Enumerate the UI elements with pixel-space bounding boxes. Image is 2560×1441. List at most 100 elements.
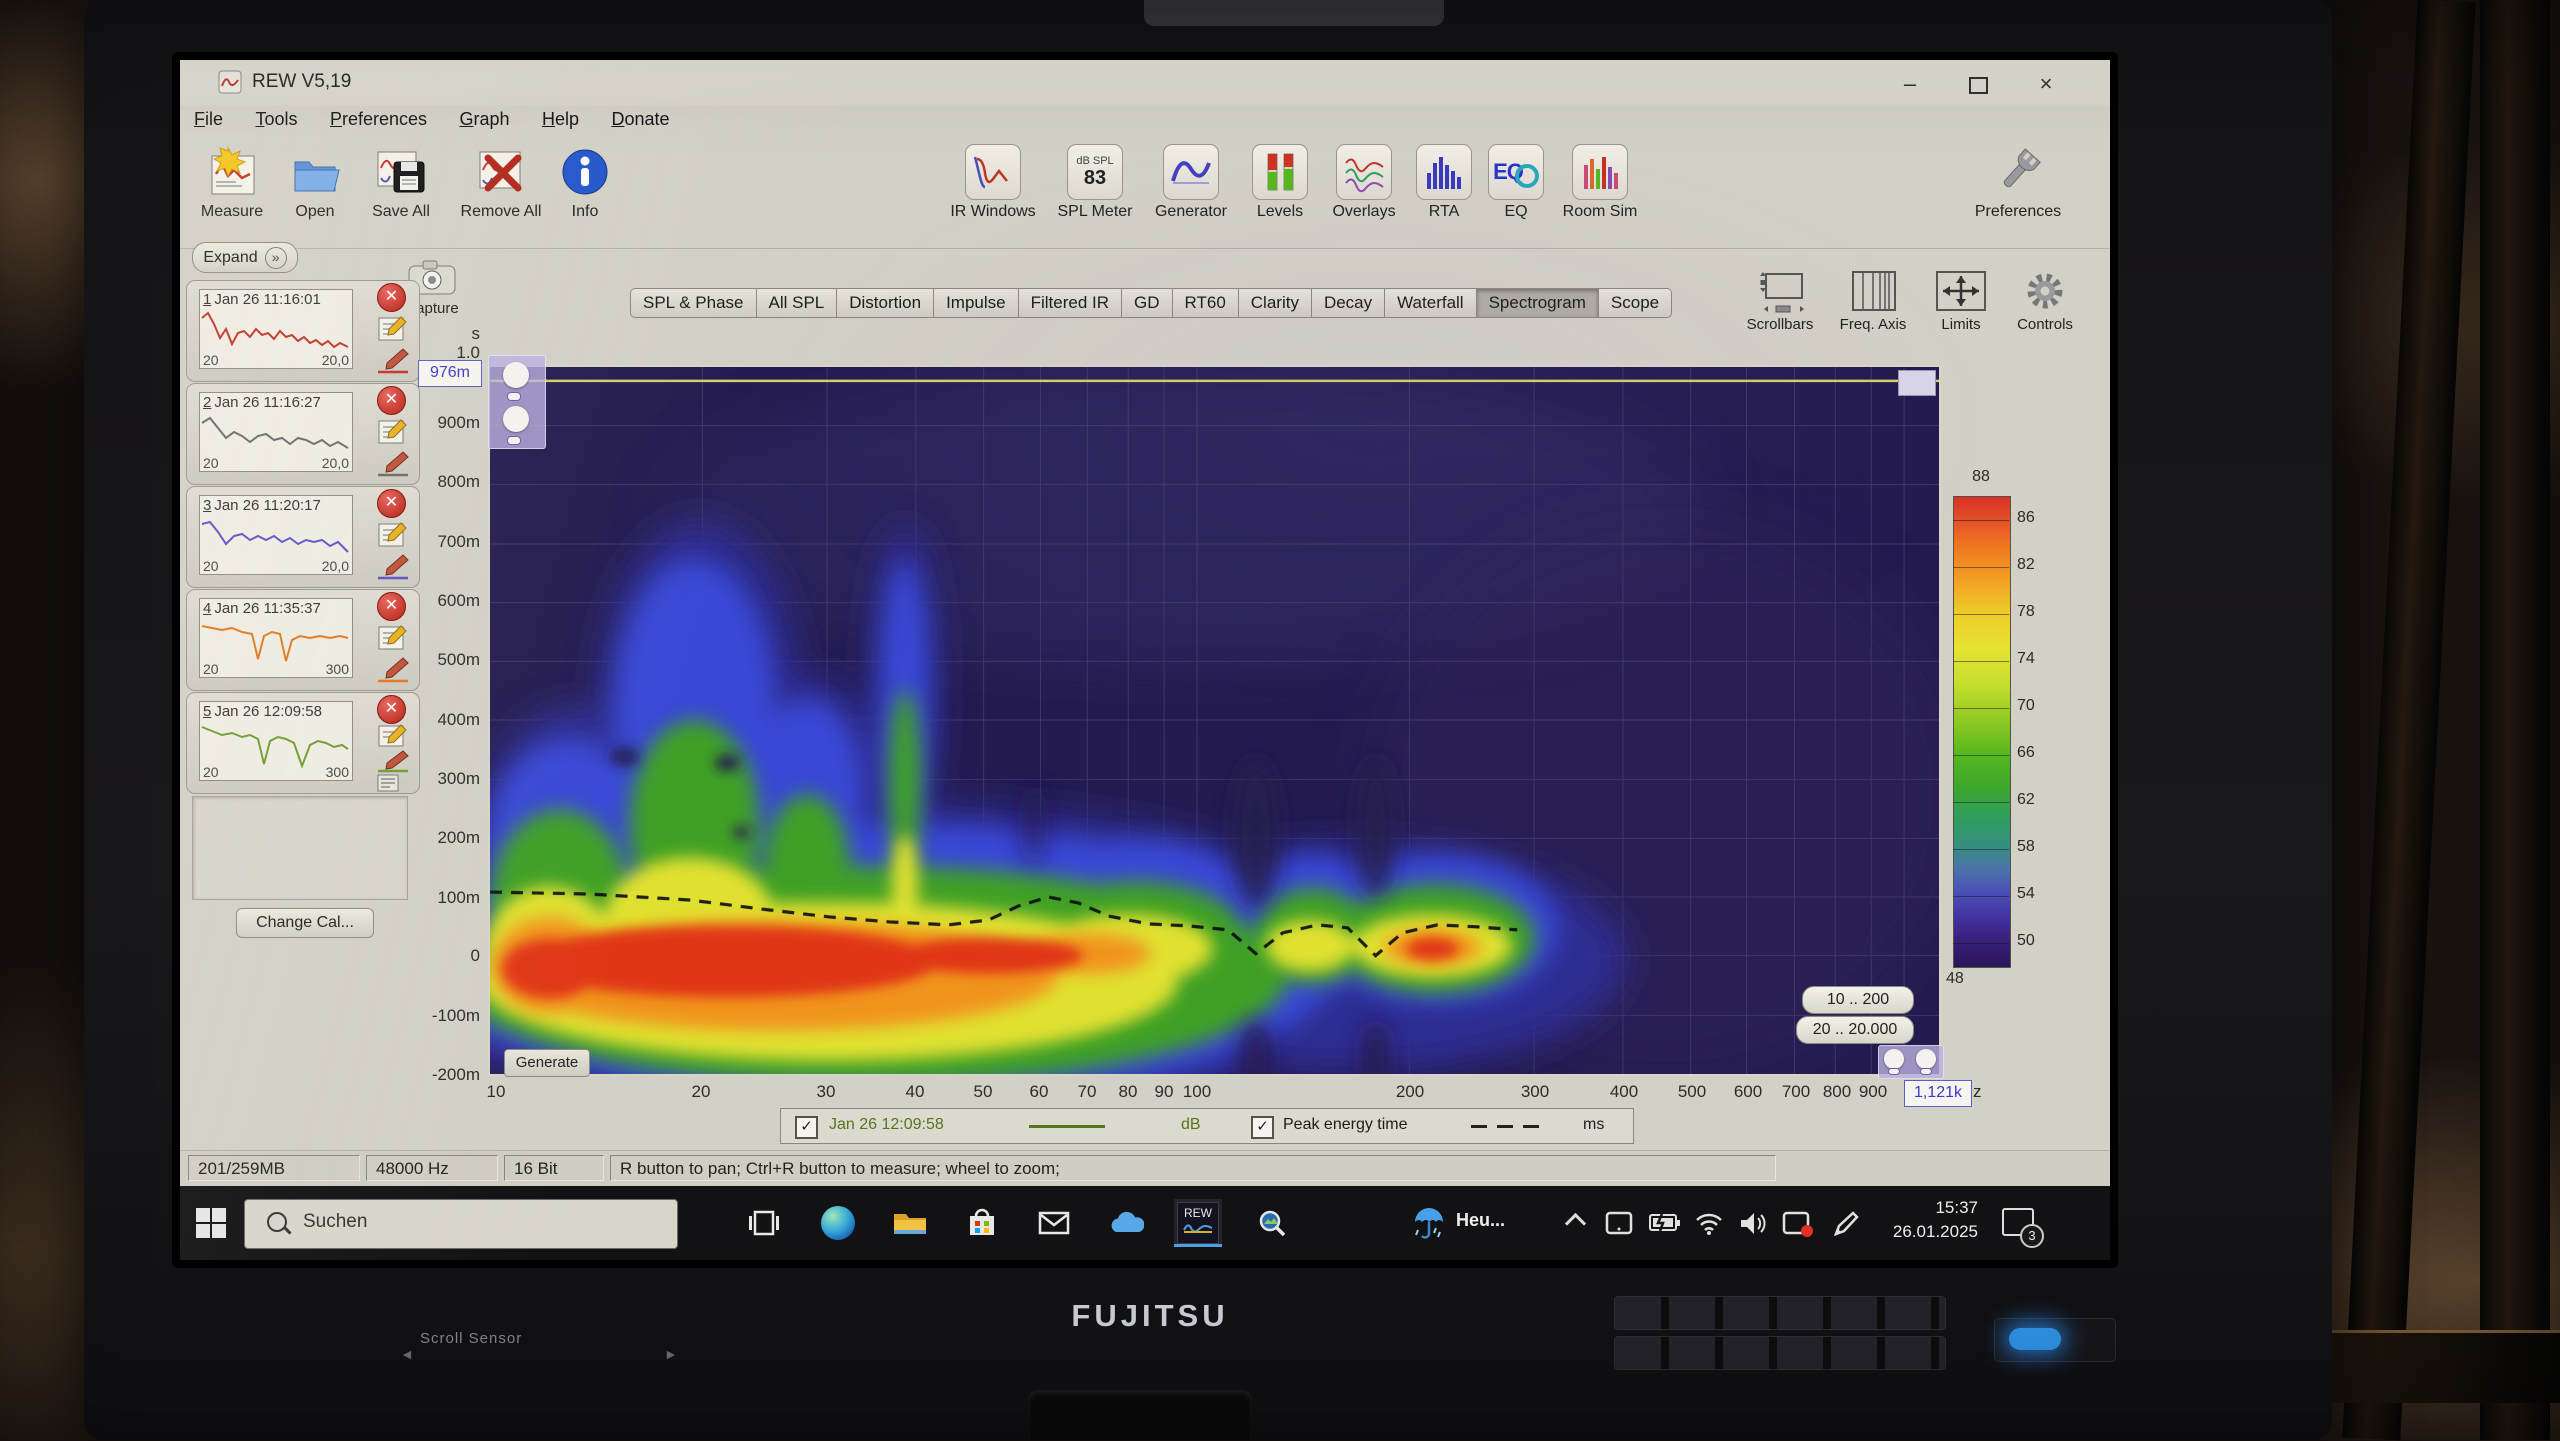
freq-range-10-200-button[interactable]: 10 .. 200 bbox=[1802, 986, 1914, 1014]
time-zoom-widget[interactable] bbox=[488, 355, 546, 449]
notes-icon[interactable] bbox=[375, 723, 409, 749]
limits-button[interactable]: Limits bbox=[1924, 268, 1998, 333]
notes-icon[interactable] bbox=[375, 315, 409, 343]
wifi-icon[interactable] bbox=[1694, 1210, 1724, 1236]
maximize-button[interactable] bbox=[1950, 68, 2006, 102]
tab-clarity[interactable]: Clarity bbox=[1238, 288, 1311, 318]
zoom-out-button[interactable] bbox=[1916, 1049, 1936, 1069]
screen-capture-icon[interactable] bbox=[1782, 1210, 1814, 1238]
notes-icon[interactable] bbox=[375, 624, 409, 652]
eq-button[interactable]: EQ EQ bbox=[1484, 142, 1548, 221]
edge-browser-button[interactable] bbox=[814, 1199, 862, 1247]
scroll-right-arrow[interactable]: ► bbox=[664, 1346, 678, 1362]
freq-axis-button[interactable]: Freq. Axis bbox=[1828, 268, 1918, 333]
zoom-out-button[interactable] bbox=[503, 406, 529, 432]
remove-all-button[interactable]: Remove All bbox=[450, 142, 552, 221]
rew-taskbar-button[interactable]: REW bbox=[1174, 1199, 1222, 1247]
tab-waterfall[interactable]: Waterfall bbox=[1384, 288, 1475, 318]
bezel-key-row[interactable] bbox=[1614, 1296, 1946, 1330]
change-cal-button[interactable]: Change Cal... bbox=[236, 908, 374, 938]
notification-badge[interactable]: 3 bbox=[2020, 1224, 2044, 1248]
peak-energy-checkbox[interactable] bbox=[1251, 1116, 1274, 1139]
levels-button[interactable]: Levels bbox=[1244, 142, 1316, 221]
weather-icon[interactable] bbox=[1412, 1208, 1446, 1242]
overlays-button[interactable]: Overlays bbox=[1320, 142, 1408, 221]
measure-button[interactable]: Measure bbox=[188, 142, 276, 221]
corner-widget[interactable] bbox=[1898, 370, 1936, 396]
rta-button[interactable]: RTA bbox=[1412, 142, 1476, 221]
task-view-button[interactable] bbox=[740, 1199, 788, 1247]
trace-style-icon[interactable] bbox=[375, 749, 411, 773]
tab-decay[interactable]: Decay bbox=[1311, 288, 1384, 318]
generate-button[interactable]: Generate bbox=[504, 1049, 590, 1077]
measurement-panel-5[interactable]: 5Jan 26 12:09:58 20 300 bbox=[186, 692, 420, 794]
remove-measurement-button[interactable] bbox=[377, 386, 406, 415]
tab-filtered-ir[interactable]: Filtered IR bbox=[1018, 288, 1121, 318]
file-explorer-button[interactable] bbox=[886, 1199, 934, 1247]
time-cursor-readout[interactable]: 976m bbox=[418, 360, 482, 387]
tab-scope[interactable]: Scope bbox=[1598, 288, 1672, 318]
volume-icon[interactable] bbox=[1738, 1210, 1768, 1236]
measurement-panel-1[interactable]: 1Jan 26 11:16:01 20 20,0 bbox=[186, 280, 420, 382]
tab-all-spl[interactable]: All SPL bbox=[756, 288, 837, 318]
remove-measurement-button[interactable] bbox=[377, 283, 406, 312]
remove-measurement-button[interactable] bbox=[377, 695, 406, 724]
tray-clock[interactable]: 15:37 26.01.2025 bbox=[1874, 1196, 1978, 1244]
scroll-left-arrow[interactable]: ◄ bbox=[400, 1346, 414, 1362]
pen-icon[interactable] bbox=[1830, 1210, 1860, 1238]
tab-rt60[interactable]: RT60 bbox=[1172, 288, 1238, 318]
notes-icon[interactable] bbox=[375, 521, 409, 549]
menu-donate[interactable]: Donate bbox=[597, 106, 683, 130]
zoom-in-button[interactable] bbox=[503, 362, 529, 388]
info-button[interactable]: Info bbox=[556, 142, 614, 221]
trace-checkbox[interactable] bbox=[795, 1116, 818, 1139]
photos-button[interactable] bbox=[1248, 1199, 1296, 1247]
freq-zoom-widget[interactable] bbox=[1878, 1045, 1944, 1079]
minimize-button[interactable]: – bbox=[1882, 68, 1938, 102]
generator-button[interactable]: Generator bbox=[1142, 142, 1240, 221]
trace-style-icon[interactable] bbox=[375, 448, 411, 478]
onedrive-button[interactable] bbox=[1102, 1199, 1150, 1247]
measurement-panel-3[interactable]: 3Jan 26 11:20:17 20 20,0 bbox=[186, 486, 420, 588]
mail-button[interactable] bbox=[1030, 1199, 1078, 1247]
tab-spectrogram[interactable]: Spectrogram bbox=[1476, 288, 1598, 318]
taskbar-search[interactable]: Suchen bbox=[244, 1199, 678, 1249]
close-button[interactable]: × bbox=[2018, 68, 2074, 102]
tab-gd[interactable]: GD bbox=[1121, 288, 1172, 318]
weather-label[interactable]: Heu... bbox=[1456, 1210, 1505, 1231]
freq-cursor-readout[interactable]: 1,121k bbox=[1904, 1080, 1972, 1107]
notes-icon[interactable] bbox=[375, 418, 409, 446]
tablet-mode-icon[interactable] bbox=[1604, 1210, 1634, 1236]
controls-button[interactable]: Controls bbox=[2002, 268, 2088, 333]
measurement-panel-2[interactable]: 2Jan 26 11:16:27 20 20,0 bbox=[186, 383, 420, 485]
tray-expand-chevron[interactable] bbox=[1565, 1213, 1586, 1234]
tab-impulse[interactable]: Impulse bbox=[933, 288, 1018, 318]
menu-help[interactable]: Help bbox=[528, 106, 593, 130]
menu-tools[interactable]: Tools bbox=[241, 106, 311, 130]
menu-preferences[interactable]: Preferences bbox=[316, 106, 441, 130]
trace-style-icon[interactable] bbox=[375, 345, 411, 375]
ir-windows-button[interactable]: IR Windows bbox=[940, 142, 1046, 221]
save-all-button[interactable]: Save All bbox=[354, 142, 448, 221]
scrollbars-button[interactable]: Scrollbars bbox=[1736, 268, 1824, 333]
bezel-key-row[interactable] bbox=[1614, 1336, 1946, 1370]
data-sheet-icon[interactable] bbox=[375, 773, 403, 793]
trace-style-icon[interactable] bbox=[375, 654, 411, 684]
store-button[interactable] bbox=[958, 1199, 1006, 1247]
spl-meter-button[interactable]: dB SPL 83 SPL Meter bbox=[1052, 142, 1138, 221]
trace-style-icon[interactable] bbox=[375, 551, 411, 581]
preferences-button[interactable]: Preferences bbox=[1966, 142, 2070, 221]
zoom-in-button[interactable] bbox=[1884, 1049, 1904, 1069]
start-button[interactable] bbox=[196, 1208, 226, 1238]
expand-button[interactable]: Expand bbox=[192, 242, 298, 273]
battery-icon[interactable] bbox=[1648, 1212, 1682, 1234]
menu-file[interactable]: File bbox=[180, 106, 237, 130]
remove-measurement-button[interactable] bbox=[377, 489, 406, 518]
open-button[interactable]: Open bbox=[278, 142, 352, 221]
measurement-panel-4[interactable]: 4Jan 26 11:35:37 20 300 bbox=[186, 589, 420, 691]
remove-measurement-button[interactable] bbox=[377, 592, 406, 621]
freq-range-20-20000-button[interactable]: 20 .. 20.000 bbox=[1796, 1016, 1914, 1044]
spectrogram-plot[interactable]: 10 .. 200 20 .. 20.000 Generate bbox=[488, 365, 1941, 1076]
tab-spl-phase[interactable]: SPL & Phase bbox=[630, 288, 756, 318]
room-sim-button[interactable]: Room Sim bbox=[1552, 142, 1648, 221]
